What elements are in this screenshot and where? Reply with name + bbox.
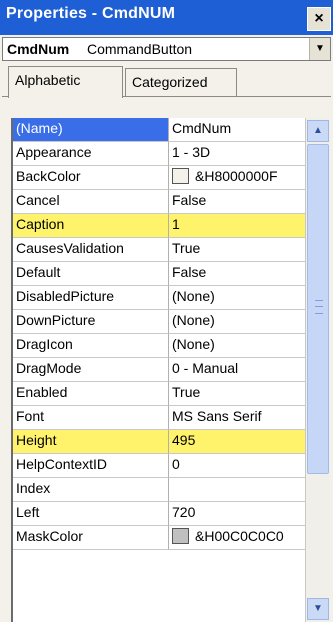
property-value-text: 1 [172, 216, 180, 232]
property-value[interactable] [169, 478, 316, 502]
property-value-text: True [172, 240, 201, 256]
property-value-text: &H00C0C0C0 [195, 528, 284, 544]
property-row[interactable]: Cancel False [13, 190, 316, 214]
property-row[interactable]: Caption 1 [13, 214, 316, 238]
property-value[interactable]: 720 [169, 502, 316, 526]
property-row[interactable]: Default False [13, 262, 316, 286]
property-name[interactable]: DragMode [13, 358, 169, 382]
property-name[interactable]: DragIcon [13, 334, 169, 358]
color-swatch-icon[interactable] [172, 528, 189, 544]
property-row[interactable]: Enabled True [13, 382, 316, 406]
property-name[interactable]: (Name) [13, 118, 169, 142]
property-value[interactable]: 0 - Manual [169, 358, 316, 382]
close-button[interactable]: × [307, 7, 331, 31]
property-value-text: (None) [172, 288, 215, 304]
property-name[interactable]: DisabledPicture [13, 286, 169, 310]
property-row[interactable]: CausesValidation True [13, 238, 316, 262]
property-value-text: 720 [172, 504, 196, 520]
object-type: CommandButton [87, 41, 193, 57]
property-value-text: 0 - Manual [172, 360, 239, 376]
property-name[interactable]: Height [13, 430, 169, 454]
property-value[interactable]: (None) [169, 286, 316, 310]
color-swatch-icon[interactable] [172, 168, 189, 184]
property-value-text: True [172, 384, 201, 400]
property-row[interactable]: Appearance 1 - 3D [13, 142, 316, 166]
vertical-scrollbar[interactable]: ▲ ▼ [305, 118, 330, 622]
property-value[interactable]: (None) [169, 310, 316, 334]
property-value-text: &H8000000F [195, 168, 278, 184]
property-value[interactable]: CmdNum [169, 118, 316, 142]
property-value-text: MS Sans Serif [172, 408, 262, 424]
property-name[interactable]: Cancel [13, 190, 169, 214]
property-grid: (Name) CmdNum Appearance 1 - 3D BackColor &H8… [11, 118, 316, 622]
title-bar: Properties - CmdNUM × [0, 0, 333, 35]
property-value-text: False [172, 192, 207, 208]
property-name[interactable]: MaskColor [13, 526, 169, 550]
property-row[interactable]: DownPicture (None) [13, 310, 316, 334]
object-selector[interactable]: CmdNum CommandButton ▼ [2, 37, 331, 61]
property-value[interactable]: False [169, 190, 316, 214]
property-value[interactable]: 495 [169, 430, 316, 454]
property-row[interactable]: DisabledPicture (None) [13, 286, 316, 310]
property-row[interactable]: Height 495 [13, 430, 316, 454]
scrollbar-thumb[interactable] [307, 144, 329, 474]
property-name[interactable]: BackColor [13, 166, 169, 190]
property-value[interactable]: True [169, 382, 316, 406]
property-value-text: (None) [172, 312, 215, 328]
tab-alphabetic[interactable]: Alphabetic [8, 66, 123, 98]
property-row[interactable]: HelpContextID 0 [13, 454, 316, 478]
property-value[interactable]: False [169, 262, 316, 286]
property-value[interactable]: True [169, 238, 316, 262]
property-value[interactable]: 1 - 3D [169, 142, 316, 166]
property-name[interactable]: Appearance [13, 142, 169, 166]
property-value-text: 1 - 3D [172, 144, 211, 160]
property-row[interactable]: BackColor &H8000000F [13, 166, 316, 190]
property-name[interactable]: Index [13, 478, 169, 502]
grip-icon [315, 300, 323, 314]
property-name[interactable]: Font [13, 406, 169, 430]
scroll-down-icon[interactable]: ▼ [307, 598, 329, 620]
property-value[interactable]: &H8000000F [169, 166, 316, 190]
property-row[interactable]: Index [13, 478, 316, 502]
scroll-up-icon[interactable]: ▲ [307, 120, 329, 142]
window-title: Properties - CmdNUM [6, 5, 176, 22]
property-row[interactable]: DragIcon (None) [13, 334, 316, 358]
property-row[interactable]: Font MS Sans Serif [13, 406, 316, 430]
property-value-text: 0 [172, 456, 180, 472]
property-name[interactable]: Enabled [13, 382, 169, 406]
property-name[interactable]: HelpContextID [13, 454, 169, 478]
property-name[interactable]: Default [13, 262, 169, 286]
property-value-text: 495 [172, 432, 196, 448]
object-name: CmdNum [7, 41, 70, 57]
property-value[interactable]: 1 [169, 214, 316, 238]
property-row[interactable]: Left 720 [13, 502, 316, 526]
property-value-text: (None) [172, 336, 215, 352]
property-value[interactable]: &H00C0C0C0 [169, 526, 316, 550]
property-value[interactable]: 0 [169, 454, 316, 478]
chevron-down-icon[interactable]: ▼ [309, 38, 330, 60]
property-name[interactable]: DownPicture [13, 310, 169, 334]
property-value-text: False [172, 264, 207, 280]
property-row[interactable]: MaskColor &H00C0C0C0 [13, 526, 316, 550]
property-name[interactable]: CausesValidation [13, 238, 169, 262]
property-name[interactable]: Caption [13, 214, 169, 238]
property-value[interactable]: MS Sans Serif [169, 406, 316, 430]
property-name[interactable]: Left [13, 502, 169, 526]
tab-categorized[interactable]: Categorized [125, 68, 237, 96]
property-value[interactable]: (None) [169, 334, 316, 358]
property-row[interactable]: DragMode 0 - Manual [13, 358, 316, 382]
property-row[interactable]: (Name) CmdNum [13, 118, 316, 142]
property-value-text: CmdNum [172, 120, 232, 136]
